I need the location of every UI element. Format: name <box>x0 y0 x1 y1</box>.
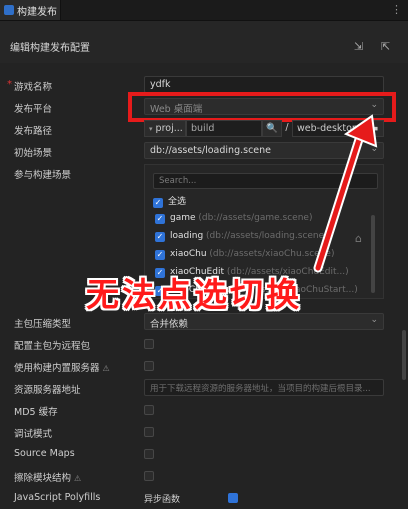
annotation-text: 无法点选切换 <box>86 275 302 314</box>
annotation-arrow <box>313 114 378 273</box>
